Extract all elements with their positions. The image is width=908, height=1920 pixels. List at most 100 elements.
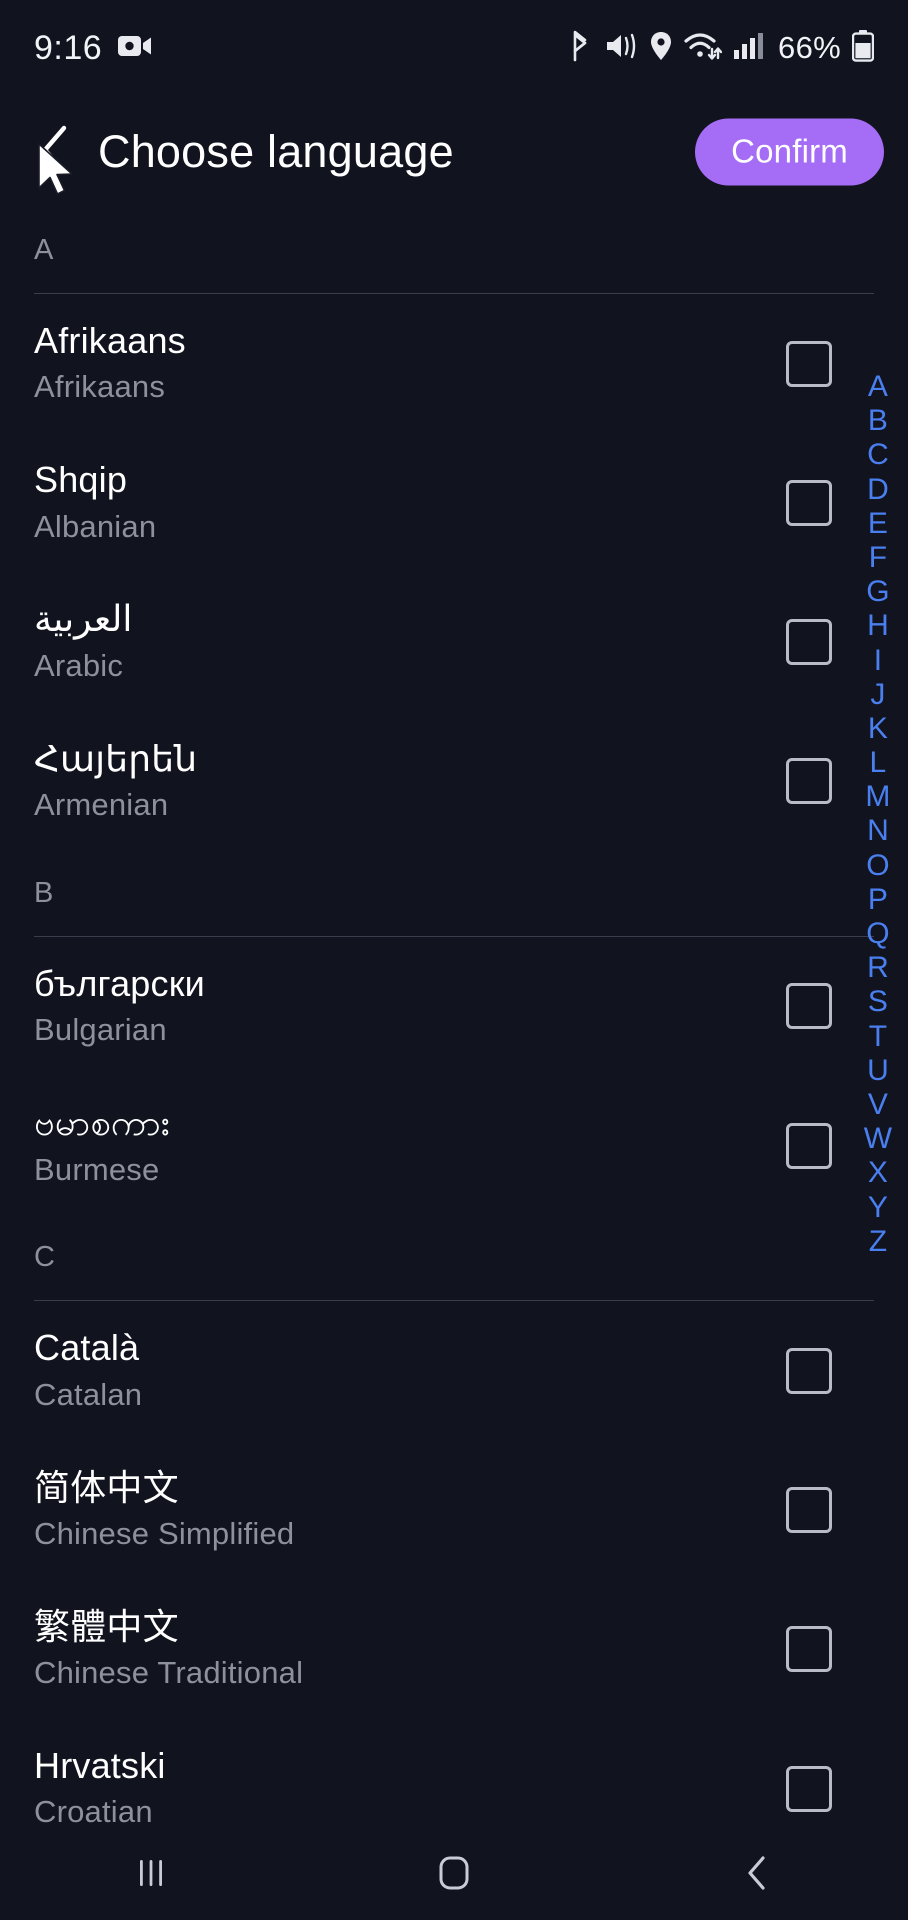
language-checkbox[interactable]: [786, 479, 832, 526]
language-text: Hrvatski Croatian: [34, 1745, 786, 1830]
section-header-letter: C: [34, 1241, 56, 1274]
alphabet-index-letter-U[interactable]: U: [867, 1054, 889, 1088]
alphabet-index-letter-S[interactable]: S: [868, 985, 888, 1019]
wifi-icon: [684, 31, 723, 66]
alphabet-index-letter-Z[interactable]: Z: [869, 1225, 888, 1259]
language-checkbox[interactable]: [786, 1765, 832, 1812]
language-english-name: Bulgarian: [34, 1012, 167, 1048]
alphabet-index-letter-Q[interactable]: Q: [866, 917, 890, 951]
language-english-name: Catalan: [34, 1376, 143, 1412]
alphabet-index-letter-F[interactable]: F: [869, 541, 888, 575]
alphabet-index-scrubber[interactable]: ABCDEFGHIJKLMNOPQRSTUVWXYZ: [856, 370, 900, 1259]
language-checkbox[interactable]: [786, 619, 832, 666]
language-checkbox[interactable]: [786, 1487, 832, 1534]
section-header: A: [0, 208, 908, 279]
language-native-name: ဗမာစကား: [34, 1102, 171, 1144]
section-header: C: [0, 1215, 908, 1286]
language-native-name: Hrvatski: [34, 1744, 166, 1786]
alphabet-index-letter-G[interactable]: G: [866, 575, 890, 609]
alphabet-index-letter-P[interactable]: P: [868, 883, 888, 917]
bluetooth-icon: [567, 30, 593, 67]
alphabet-index-letter-W[interactable]: W: [864, 1122, 893, 1156]
language-english-name: Armenian: [34, 787, 169, 823]
battery-icon: [851, 29, 875, 67]
status-bar-left: 9:16: [34, 29, 152, 68]
language-checkbox[interactable]: [786, 340, 832, 387]
alphabet-index-letter-T[interactable]: T: [869, 1020, 888, 1054]
language-row[interactable]: ဗမာစကား Burmese: [0, 1076, 908, 1215]
status-time: 9:16: [34, 28, 103, 67]
language-text: Afrikaans Afrikaans: [34, 320, 786, 407]
language-native-name: Shqip: [34, 459, 128, 501]
language-english-name: Croatian: [34, 1794, 153, 1830]
language-text: Shqip Albanian: [34, 459, 786, 546]
alphabet-index-letter-V[interactable]: V: [868, 1088, 888, 1122]
back-nav-button[interactable]: [697, 1830, 817, 1920]
language-checkbox[interactable]: [786, 1122, 832, 1169]
language-native-name: Català: [34, 1327, 140, 1369]
alphabet-index-letter-B[interactable]: B: [868, 404, 888, 438]
system-navigation-bar: [0, 1830, 908, 1920]
language-row[interactable]: Hrvatski Croatian: [0, 1719, 908, 1830]
confirm-button[interactable]: Confirm: [695, 118, 884, 186]
language-english-name: Albanian: [34, 508, 157, 544]
alphabet-index-letter-K[interactable]: K: [868, 712, 888, 746]
recents-icon: [136, 1856, 166, 1895]
language-row[interactable]: 繁體中文 Chinese Traditional: [0, 1580, 908, 1719]
language-english-name: Chinese Traditional: [34, 1655, 304, 1691]
language-row[interactable]: български Bulgarian: [0, 937, 908, 1076]
alphabet-index-letter-O[interactable]: O: [866, 849, 890, 883]
alphabet-index-letter-M[interactable]: M: [865, 780, 890, 814]
section-header-letter: A: [34, 234, 54, 266]
language-list-scroll-area[interactable]: A Afrikaans Afrikaans Shqip Albanian العربية A…: [0, 208, 908, 1830]
back-button[interactable]: [26, 123, 84, 181]
language-text: Հայերեն Armenian: [34, 738, 786, 825]
language-text: български Bulgarian: [34, 963, 786, 1050]
alphabet-index-letter-H[interactable]: H: [867, 609, 889, 643]
language-row[interactable]: Shqip Albanian: [0, 433, 908, 572]
alphabet-index-letter-E[interactable]: E: [868, 507, 888, 541]
language-native-name: 繁體中文: [34, 1605, 179, 1647]
language-native-name: 简体中文: [34, 1466, 179, 1508]
status-bar-right: 66%: [567, 0, 875, 96]
language-english-name: Afrikaans: [34, 369, 166, 405]
recents-button[interactable]: [91, 1830, 211, 1920]
mute-vibrate-icon: [604, 31, 638, 66]
alphabet-index-letter-D[interactable]: D: [867, 473, 889, 507]
language-text: ဗမာစကား Burmese: [34, 1102, 786, 1189]
language-row[interactable]: Català Catalan: [0, 1301, 908, 1440]
location-pin-icon: [649, 31, 673, 66]
video-camera-icon: [118, 34, 152, 63]
language-row[interactable]: Հայերեն Armenian: [0, 712, 908, 851]
alphabet-index-letter-N[interactable]: N: [867, 814, 889, 848]
language-row[interactable]: 简体中文 Chinese Simplified: [0, 1441, 908, 1580]
language-checkbox[interactable]: [786, 1347, 832, 1394]
language-checkbox[interactable]: [786, 983, 832, 1030]
alphabet-index-letter-X[interactable]: X: [868, 1156, 888, 1190]
language-text: 繁體中文 Chinese Traditional: [34, 1606, 786, 1693]
language-row[interactable]: العربية Arabic: [0, 572, 908, 711]
language-native-name: العربية: [34, 598, 133, 640]
chevron-left-icon: [38, 124, 72, 181]
alphabet-index-letter-I[interactable]: I: [874, 644, 883, 678]
alphabet-index-letter-R[interactable]: R: [867, 951, 889, 985]
language-english-name: Chinese Simplified: [34, 1516, 295, 1551]
battery-percent: 66%: [778, 30, 841, 65]
language-native-name: Afrikaans: [34, 320, 186, 361]
alphabet-index-letter-Y[interactable]: Y: [868, 1191, 888, 1225]
home-button[interactable]: [394, 1830, 514, 1920]
alphabet-index-letter-J[interactable]: J: [870, 678, 885, 712]
language-list: A Afrikaans Afrikaans Shqip Albanian العربية A…: [0, 208, 908, 1830]
status-bar: 9:16 66%: [0, 0, 908, 96]
language-english-name: Arabic: [34, 647, 124, 683]
alphabet-index-letter-A[interactable]: A: [868, 370, 888, 404]
language-native-name: Հայերեն: [34, 737, 198, 779]
language-checkbox[interactable]: [786, 758, 832, 805]
page-title: Choose language: [98, 126, 454, 177]
language-checkbox[interactable]: [786, 1626, 832, 1673]
language-row[interactable]: Afrikaans Afrikaans: [0, 294, 908, 433]
language-text: 简体中文 Chinese Simplified: [34, 1467, 786, 1554]
alphabet-index-letter-C[interactable]: C: [867, 438, 889, 472]
section-header-letter: B: [34, 876, 54, 909]
alphabet-index-letter-L[interactable]: L: [870, 746, 887, 780]
